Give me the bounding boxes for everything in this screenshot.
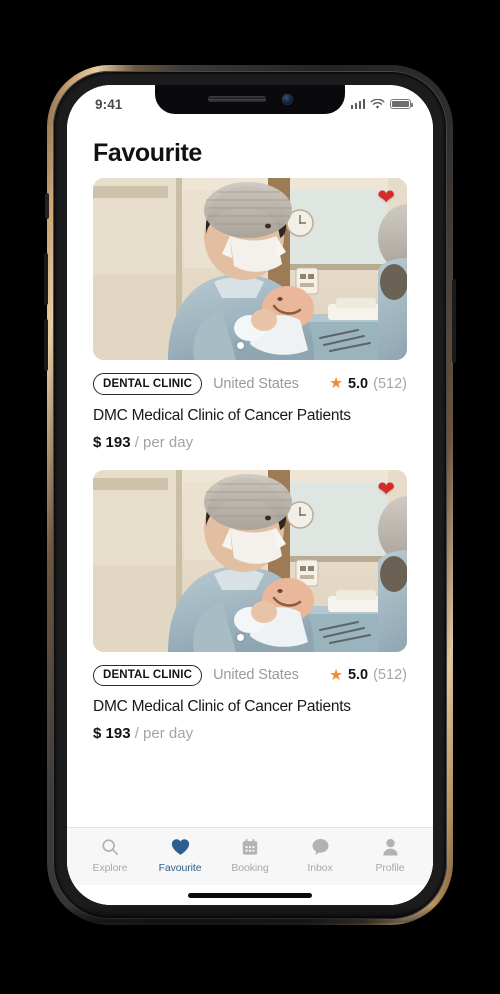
favourite-heart-icon[interactable]: ❤ [377, 187, 395, 208]
tab-booking[interactable]: Booking [215, 838, 285, 874]
cellular-signal-icon [350, 99, 365, 109]
clinic-photo[interactable]: ❤ [93, 178, 407, 360]
page-title: Favourite [93, 139, 202, 167]
clinic-rating: ★ 5.0 (512) [329, 667, 407, 683]
clinic-category-badge: DENTAL CLINIC [93, 664, 203, 686]
clinic-photo-image [93, 469, 407, 652]
clinic-price-amount: $ 193 [93, 725, 131, 742]
clinic-review-count: (512) [373, 667, 407, 684]
front-camera-icon [281, 93, 293, 105]
heart-filled-icon [171, 838, 190, 857]
photo-pagination-dot[interactable] [237, 633, 245, 641]
clinic-price-unit: / per day [134, 433, 194, 451]
tab-inbox-label: Inbox [307, 861, 333, 874]
phone-device-frame: 9:41 Favourite ❤ DENTAL CLINIC United St… [44, 65, 456, 929]
tab-inbox[interactable]: Inbox [285, 838, 355, 874]
favourite-heart-icon[interactable]: ❤ [377, 479, 395, 500]
clinic-price-amount: $ 193 [93, 433, 131, 451]
tab-explore[interactable]: Explore [75, 838, 145, 874]
tab-profile[interactable]: Profile [355, 838, 425, 874]
tab-profile-label: Profile [375, 861, 405, 874]
phone-bezel: 9:41 Favourite ❤ DENTAL CLINIC United St… [53, 71, 447, 919]
clinic-category-badge: DENTAL CLINIC [93, 373, 203, 395]
earpiece-speaker-icon [207, 96, 266, 102]
status-bar-time: 9:41 [95, 96, 123, 112]
clinic-rating: ★ 5.0 (512) [329, 376, 407, 392]
person-icon [382, 838, 399, 857]
search-icon [101, 838, 119, 857]
mute-switch-button[interactable] [45, 193, 49, 219]
chat-bubble-icon [311, 838, 330, 857]
clinic-photo[interactable]: ❤ [93, 469, 407, 652]
tab-favourite[interactable]: Favourite [145, 838, 215, 874]
clinic-review-count: (512) [373, 375, 407, 392]
clinic-meta-row: DENTAL CLINIC United States ★ 5.0 (512) [93, 373, 407, 395]
battery-icon [390, 99, 413, 109]
clinic-card[interactable]: ❤ DENTAL CLINIC United States ★ 5.0 (512… [93, 469, 407, 742]
volume-up-button[interactable] [44, 253, 48, 305]
power-button[interactable] [452, 279, 456, 363]
bottom-tab-bar: Explore Favourite Booking Inbox Profile [67, 827, 433, 885]
favourites-list[interactable]: ❤ DENTAL CLINIC United States ★ 5.0 (512… [67, 178, 433, 827]
clinic-rating-value: 5.0 [347, 667, 369, 684]
clinic-rating-value: 5.0 [347, 375, 369, 392]
phone-screen: 9:41 Favourite ❤ DENTAL CLINIC United St… [67, 85, 433, 905]
clinic-name: DMC Medical Clinic of Cancer Patients [93, 406, 351, 424]
clinic-photo-image [93, 178, 407, 360]
tab-favourite-label: Favourite [158, 861, 202, 874]
star-icon: ★ [329, 666, 343, 684]
home-indicator[interactable] [67, 885, 433, 905]
device-notch [155, 85, 345, 114]
clinic-name: DMC Medical Clinic of Cancer Patients [93, 698, 351, 715]
clinic-meta-row: DENTAL CLINIC United States ★ 5.0 (512) [93, 664, 407, 686]
calendar-icon [241, 838, 259, 857]
clinic-country: United States [213, 375, 299, 392]
wifi-icon [370, 98, 385, 109]
clinic-price-row: $ 193 / per day [93, 434, 407, 451]
tab-explore-label: Explore [92, 861, 128, 874]
app-screen: Favourite ❤ DENTAL CLINIC United States … [67, 85, 433, 905]
star-icon: ★ [329, 375, 343, 392]
clinic-card[interactable]: ❤ DENTAL CLINIC United States ★ 5.0 (512… [93, 178, 407, 451]
clinic-price-row: $ 193 / per day [93, 725, 407, 742]
volume-down-button[interactable] [44, 319, 48, 371]
clinic-country: United States [213, 667, 299, 684]
status-bar-icons [350, 98, 413, 110]
clinic-price-unit: / per day [134, 725, 194, 742]
tab-booking-label: Booking [231, 861, 269, 874]
